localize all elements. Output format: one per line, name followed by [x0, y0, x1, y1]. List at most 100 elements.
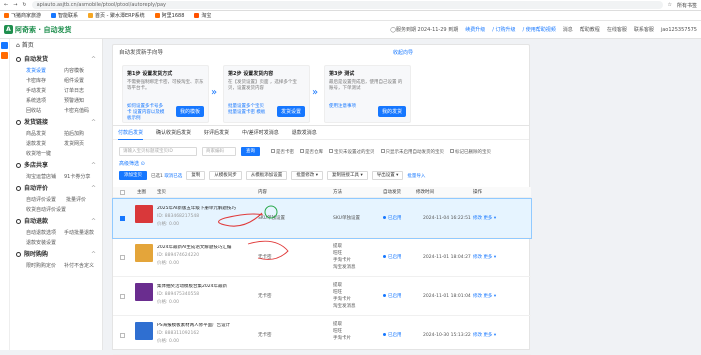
top-link[interactable]: 帮助教程 [580, 26, 600, 33]
bookmark-item[interactable]: 阿里1688 [154, 12, 184, 19]
sidebar-item[interactable]: 自动退款选项 [26, 228, 64, 238]
sidebar-home[interactable]: ⌂ 首页 [10, 39, 102, 53]
top-link[interactable]: 消息 [563, 26, 573, 33]
table-row[interactable]: 2025年AI新版五年级下册单元解题技巧 ID: 883468217548 价格: … [112, 198, 532, 239]
top-link[interactable]: 续费升级 [465, 26, 485, 33]
sidebar-section[interactable]: 多店共享 ^ [10, 159, 102, 172]
bulk-action-button[interactable]: 复制链接工具 ▾ [327, 171, 368, 180]
sidebar-section[interactable]: 限时购购 ^ [10, 248, 102, 261]
sidebar-item[interactable]: 退款安装设置 [26, 238, 64, 248]
product-thumbnail[interactable] [135, 322, 153, 340]
sidebar-section[interactable]: 发货链接 ^ [10, 116, 102, 129]
sidebar-item[interactable]: 补付不含定义 [64, 261, 102, 271]
clear-selection-link[interactable]: 取消已选 [164, 174, 182, 179]
advanced-filter-link[interactable]: 高级筛选 ⊙ [119, 160, 145, 167]
bookmark-item[interactable]: 飞猪商家旅游 [4, 12, 41, 19]
tab-3[interactable]: 中/差评时发消息 [242, 129, 279, 136]
sidebar-item[interactable]: 卡密充值码 [64, 106, 102, 116]
bookmarks-folder[interactable]: 所有书签 [677, 2, 697, 9]
sidebar-item[interactable]: 卡密库存 [26, 76, 64, 86]
step-link[interactable]: 如何设置多卡号多卡 设置内容以及模板示例 [127, 104, 167, 122]
sidebar-item[interactable]: 自动评价设置 [26, 195, 66, 205]
tab-1[interactable]: 确认收货后发货 [156, 129, 191, 136]
sidebar-item[interactable]: 订单日志 [64, 86, 102, 96]
sidebar-item[interactable]: 预警通知 [64, 96, 102, 106]
bulk-import-link[interactable]: 批量导入 [407, 173, 425, 179]
sidebar-item[interactable]: 限时购购定价 [26, 261, 64, 271]
bookmark-item[interactable]: 首页 - 聚水潭ERP系统 [88, 12, 145, 19]
sidebar-section[interactable]: 自动退款 ^ [10, 215, 102, 228]
sidebar-item[interactable]: 组件设置 [64, 76, 102, 86]
tab-4[interactable]: 退款发消息 [292, 129, 317, 136]
row-checkbox[interactable] [120, 254, 125, 260]
sidebar-item[interactable]: 商品发货 [26, 129, 64, 139]
sidebar-item[interactable]: 手动批量退款 [64, 228, 102, 238]
sidebar-section[interactable]: 自动评价 ^ [10, 182, 102, 195]
grid-icon[interactable] [1, 42, 8, 49]
store-icon[interactable] [1, 52, 8, 59]
filter-checkbox[interactable]: 标记已删除的宝贝 [450, 149, 491, 155]
table-row[interactable]: PS海报模板素材两人修平面广告设计 ID: 888311092162 价格: 0.0… [113, 316, 531, 355]
row-actions[interactable]: 修改 更多 ▾ [473, 215, 496, 222]
tab-0[interactable]: 付款后发货 [118, 129, 144, 140]
step-button[interactable]: 我的模板 [175, 106, 204, 117]
title-search-input[interactable]: 请输入宝贝标题或宝贝ID [119, 147, 197, 156]
code-search-input[interactable]: 商家编码 [202, 147, 236, 156]
reload-icon[interactable]: ↻ [22, 2, 26, 8]
product-title[interactable]: 2025年AI新版五年级下册单元解题技巧 [157, 206, 247, 212]
add-item-button[interactable]: 添加宝贝 [119, 171, 147, 180]
top-link[interactable]: / 订购升级 [492, 26, 515, 33]
top-link[interactable]: ◯服务到期 2024-11-29 到期 [390, 26, 458, 33]
filter-checkbox[interactable]: 宝贝未设置过的宝贝 [329, 149, 375, 155]
product-title[interactable]: 集体抽奖活动模板合集2024年最新 [157, 284, 247, 290]
row-actions[interactable]: 修改 更多 ▾ [473, 293, 496, 300]
star-icon[interactable]: ☆ [668, 2, 672, 8]
step-button[interactable]: 发货设置 [276, 106, 305, 117]
sidebar-section[interactable]: 自动发货 ^ [10, 53, 102, 66]
filter-checkbox[interactable]: 是否仓库 [300, 149, 323, 155]
filter-checkbox[interactable]: 是否卡密 [271, 149, 294, 155]
address-bar[interactable]: apiauto.asjtb.cn/asmobile/ptool/ptool/au… [31, 1, 663, 9]
sidebar-item[interactable]: 收货地一键 [26, 149, 64, 159]
top-link[interactable]: 联系客服 [634, 26, 654, 33]
table-row[interactable]: 2024年最新AI生成语文解题技巧汇编 ID: 889474624220 价格: 0… [113, 238, 531, 277]
product-thumbnail[interactable] [135, 205, 153, 223]
bulk-action-button[interactable]: 导出设置 ▾ [371, 171, 404, 180]
row-checkbox[interactable] [120, 332, 125, 338]
sidebar-item[interactable]: 发货网页 [64, 139, 102, 149]
sidebar-item[interactable]: 退款发货 [26, 139, 64, 149]
sidebar-item[interactable]: 批量评价 [66, 195, 102, 205]
bookmark-item[interactable]: 智能联系 [51, 12, 78, 19]
product-title[interactable]: PS海报模板素材两人修平面广告设计 [157, 323, 247, 329]
step-link[interactable]: 使用注意事项 [329, 104, 369, 110]
top-link[interactable]: jao125357575 [661, 27, 697, 33]
row-actions[interactable]: 修改 更多 ▾ [473, 254, 496, 261]
bulk-action-button[interactable]: 从模板同步 [209, 171, 242, 180]
search-button[interactable]: 查询 [241, 147, 260, 156]
bulk-action-button[interactable]: 从模板添加设置 [245, 171, 288, 180]
row-actions[interactable]: 修改 更多 ▾ [473, 332, 496, 339]
select-all-checkbox[interactable] [120, 189, 125, 195]
step-button[interactable]: 我的发货 [377, 106, 406, 117]
sidebar-item[interactable]: 淘宝运营店铺 [26, 172, 64, 182]
bulk-action-button[interactable]: 批量修改 ▾ [291, 171, 324, 180]
sidebar-item[interactable]: 91卡券分享 [64, 172, 102, 182]
back-icon[interactable]: ← [4, 2, 8, 8]
top-link[interactable]: / 使用帮助视频 [523, 26, 556, 33]
top-link[interactable]: 在线客服 [607, 26, 627, 33]
sidebar-item[interactable]: 收货自动评价设置 [26, 205, 66, 215]
guide-fold-link[interactable]: 收起向导 [393, 49, 413, 56]
sidebar-item[interactable]: 回收站 [26, 106, 64, 116]
sidebar-item[interactable]: 手动发货 [26, 86, 64, 96]
table-row[interactable]: 集体抽奖活动模板合集2024年最新 ID: 889475340558 价格: 0.0… [113, 277, 531, 316]
product-thumbnail[interactable] [135, 244, 153, 262]
sidebar-item[interactable]: 拍后加购 [64, 129, 102, 139]
bulk-action-button[interactable]: 复制 [186, 171, 206, 180]
step-link[interactable]: 批量设置多个宝贝 批量设置卡密 模板 [228, 104, 268, 116]
sidebar-item[interactable]: 内容模板 [64, 66, 102, 76]
row-checkbox[interactable] [120, 215, 125, 221]
sidebar-item[interactable]: 系统选项 [26, 96, 64, 106]
row-checkbox[interactable] [120, 293, 125, 299]
sidebar-item[interactable]: 发货设置 [26, 66, 64, 76]
product-thumbnail[interactable] [135, 283, 153, 301]
